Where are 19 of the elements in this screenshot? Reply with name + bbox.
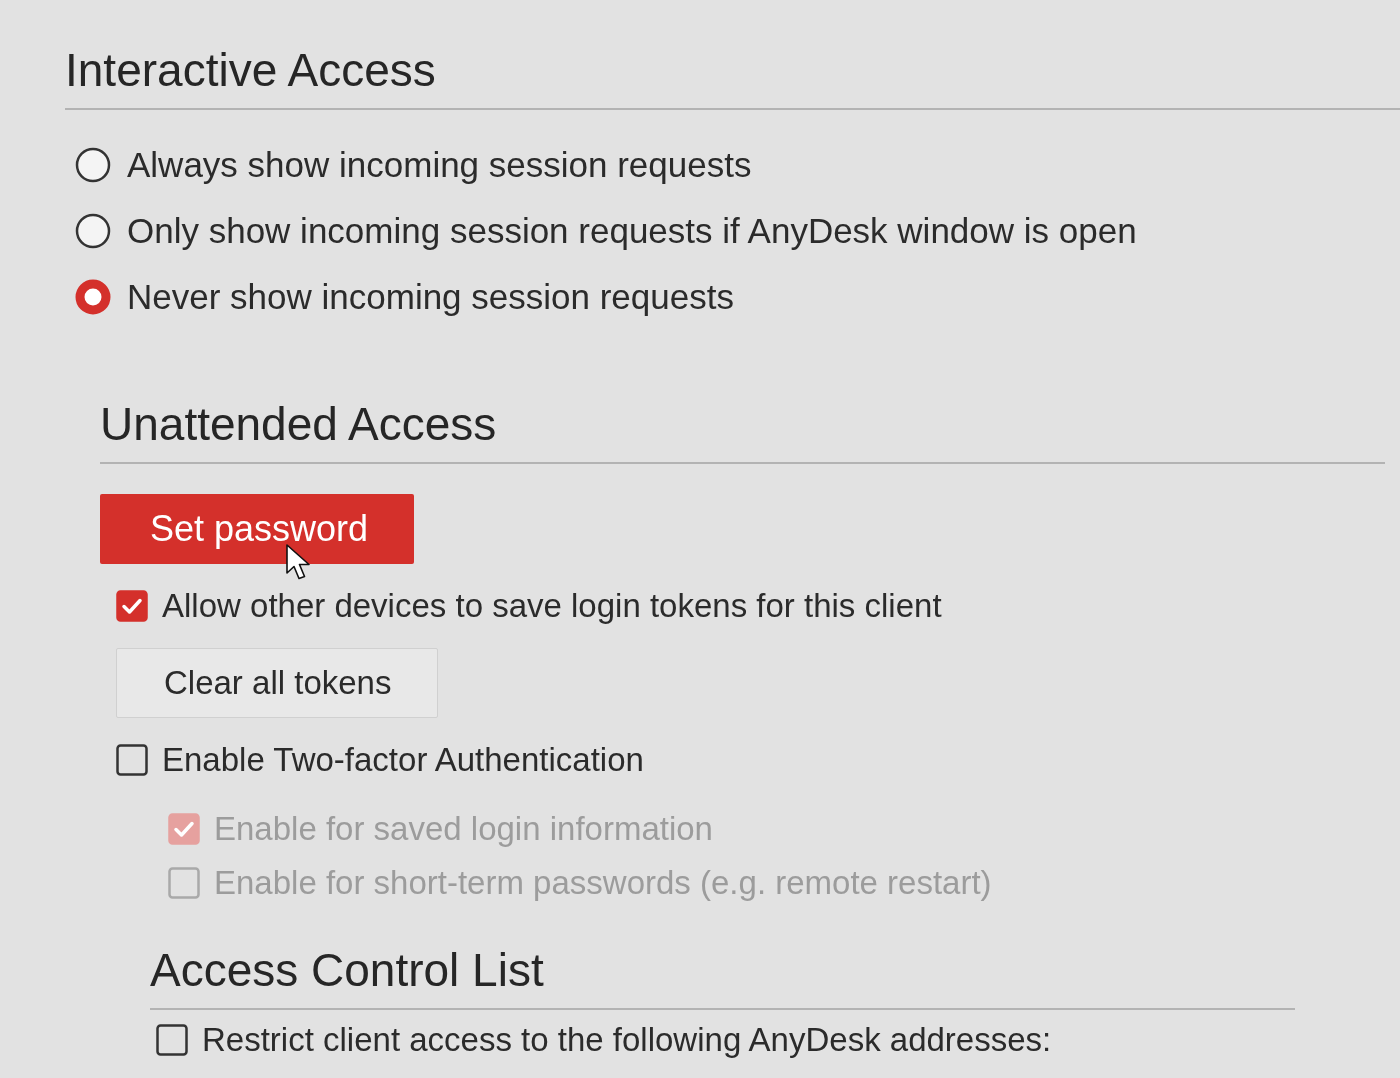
option-label: Allow other devices to save login tokens for this client <box>162 586 942 626</box>
radio-button[interactable] <box>75 213 111 249</box>
primary-button[interactable]: Set password <box>100 494 415 564</box>
radio-button[interactable] <box>75 147 111 183</box>
checkbox[interactable] <box>156 1024 188 1056</box>
option-label: Only show incoming session requests if AnyDesk window is open <box>127 210 1137 252</box>
checkbox[interactable] <box>116 744 148 776</box>
option-label: Enable Two-factor Authentication <box>162 740 644 780</box>
option-label: Always show incoming session requests <box>127 144 752 186</box>
checkbox[interactable] <box>116 590 148 622</box>
section-heading: Unattended Access <box>100 397 497 452</box>
option-label: Never show incoming session requests <box>127 276 734 318</box>
radio-button[interactable] <box>75 279 111 315</box>
secondary-button[interactable]: Clear all tokens <box>116 648 439 718</box>
option-label: Enable for saved login information <box>214 809 713 849</box>
option-label: Enable for short-term passwords (e.g. remote restart) <box>214 863 992 903</box>
section-heading: Interactive Access <box>65 43 436 98</box>
option-label: Restrict client access to the following AnyDesk addresses: <box>202 1020 1052 1060</box>
section-heading: Access Control List <box>150 943 544 998</box>
